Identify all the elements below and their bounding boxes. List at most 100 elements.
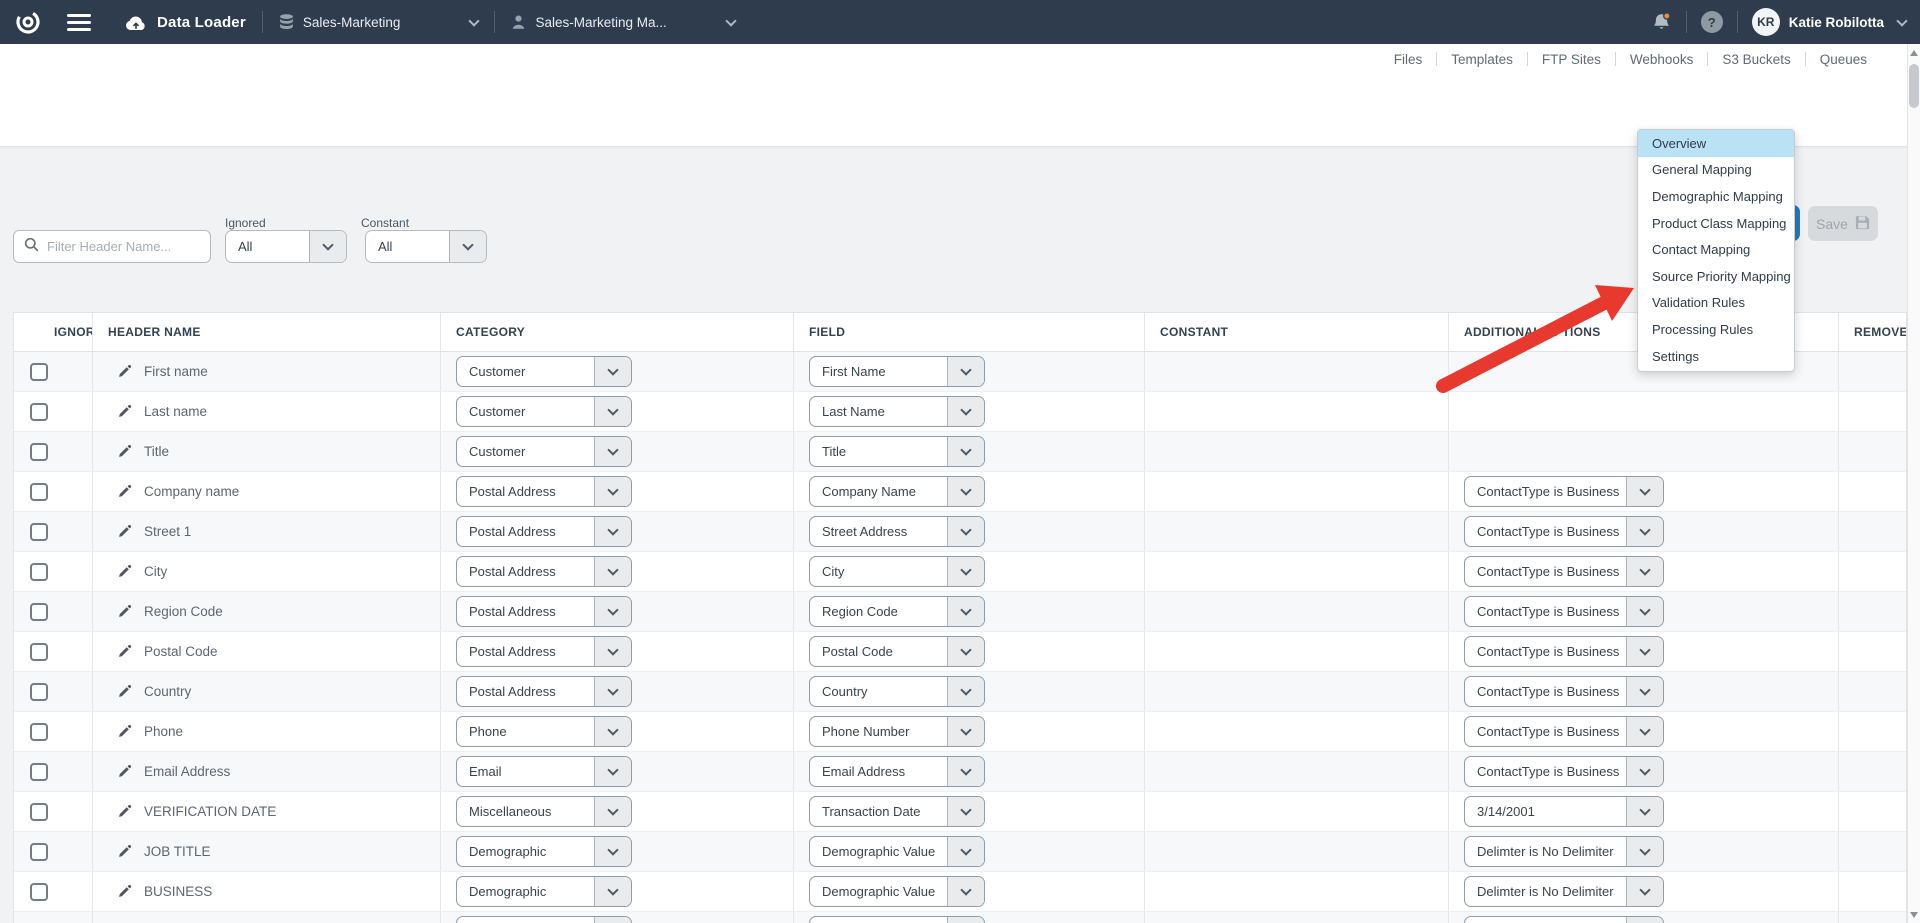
menu-item[interactable]: General Mapping (1638, 157, 1794, 184)
search-input[interactable] (47, 239, 197, 254)
category-select[interactable]: Customer (456, 356, 632, 387)
menu-item[interactable]: Overview (1638, 130, 1794, 157)
menu-item[interactable]: Settings (1638, 343, 1794, 370)
category-select[interactable]: Phone (456, 716, 632, 747)
ignore-checkbox[interactable] (30, 403, 48, 421)
ignore-checkbox[interactable] (30, 603, 48, 621)
constant-filter-select[interactable]: All (365, 230, 487, 263)
category-select[interactable]: Demographic (456, 876, 632, 907)
ignore-checkbox[interactable] (30, 483, 48, 501)
help-icon[interactable]: ? (1701, 11, 1723, 33)
additional-options-select[interactable]: ContactType is Business (1464, 756, 1664, 787)
subnav-link[interactable]: Queues (1820, 52, 1867, 67)
save-button[interactable]: Save (1808, 206, 1878, 241)
category-select[interactable]: Email (456, 756, 632, 787)
header-name-search[interactable] (13, 230, 211, 263)
scroll-up-button[interactable] (1908, 44, 1920, 61)
subnav-link[interactable]: S3 Buckets (1722, 52, 1790, 67)
field-select[interactable]: Company Name (809, 476, 985, 507)
field-select[interactable]: Region Code (809, 596, 985, 627)
field-select[interactable]: First Name (809, 356, 985, 387)
menu-item[interactable]: Contact Mapping (1638, 236, 1794, 263)
subnav-link[interactable]: Webhooks (1630, 52, 1694, 67)
ignore-checkbox[interactable] (30, 683, 48, 701)
scroll-down-button[interactable] (1908, 906, 1920, 923)
additional-options-select[interactable]: ContactType is Business (1464, 596, 1664, 627)
additional-options-select[interactable]: ContactType is Business (1464, 716, 1664, 747)
edit-header-icon[interactable] (117, 364, 132, 379)
edit-header-icon[interactable] (117, 724, 132, 739)
field-select[interactable]: Phone Number (809, 716, 985, 747)
edit-header-icon[interactable] (117, 404, 132, 419)
edit-header-icon[interactable] (117, 604, 132, 619)
category-select[interactable]: Miscellaneous (456, 796, 632, 827)
category-select[interactable]: Postal Address (456, 596, 632, 627)
category-select[interactable] (456, 916, 632, 923)
hamburger-menu-icon[interactable] (67, 10, 91, 35)
edit-header-icon[interactable] (117, 884, 132, 899)
category-select[interactable]: Postal Address (456, 676, 632, 707)
ignore-checkbox[interactable] (30, 723, 48, 741)
field-select[interactable]: Country (809, 676, 985, 707)
edit-header-icon[interactable] (117, 764, 132, 779)
additional-options-select[interactable]: ContactType is Business (1464, 636, 1664, 667)
database-selector[interactable]: Sales-Marketing (279, 14, 479, 30)
field-select[interactable]: Last Name (809, 396, 985, 427)
field-select[interactable] (809, 916, 985, 923)
category-select[interactable]: Demographic (456, 836, 632, 867)
vertical-scrollbar[interactable] (1907, 44, 1920, 923)
additional-options-select[interactable]: 3/14/2001 (1464, 796, 1664, 827)
edit-header-icon[interactable] (117, 684, 132, 699)
ignore-checkbox[interactable] (30, 843, 48, 861)
menu-item[interactable]: Product Class Mapping (1638, 210, 1794, 237)
edit-header-icon[interactable] (117, 644, 132, 659)
field-select[interactable]: Demographic Value (809, 876, 985, 907)
profile-selector[interactable]: Sales-Marketing Ma... (511, 14, 734, 30)
category-select[interactable]: Postal Address (456, 556, 632, 587)
field-select[interactable]: City (809, 556, 985, 587)
field-select[interactable]: Email Address (809, 756, 985, 787)
ignore-checkbox[interactable] (30, 563, 48, 581)
additional-options-select[interactable] (1464, 916, 1664, 923)
chevron-down-icon[interactable] (1896, 15, 1907, 26)
ignored-filter-select[interactable]: All (225, 230, 347, 263)
additional-options-select[interactable]: ContactType is Business (1464, 516, 1664, 547)
menu-item[interactable]: Validation Rules (1638, 290, 1794, 317)
avatar[interactable]: KR (1752, 8, 1780, 36)
menu-item[interactable]: Source Priority Mapping (1638, 263, 1794, 290)
subnav-link[interactable]: Files (1394, 52, 1423, 67)
subnav-link[interactable]: Templates (1451, 52, 1513, 67)
ignore-checkbox[interactable] (30, 363, 48, 381)
ignore-checkbox[interactable] (30, 883, 48, 901)
field-select[interactable]: Transaction Date (809, 796, 985, 827)
edit-header-icon[interactable] (117, 484, 132, 499)
category-select[interactable]: Postal Address (456, 476, 632, 507)
additional-options-select[interactable]: ContactType is Business (1464, 556, 1664, 587)
edit-header-icon[interactable] (117, 804, 132, 819)
category-select[interactable]: Customer (456, 436, 632, 467)
ignore-checkbox[interactable] (30, 763, 48, 781)
field-select[interactable]: Postal Code (809, 636, 985, 667)
field-select[interactable]: Title (809, 436, 985, 467)
edit-header-icon[interactable] (117, 564, 132, 579)
subnav-link[interactable]: FTP Sites (1542, 52, 1601, 67)
category-select[interactable]: Postal Address (456, 636, 632, 667)
ignore-checkbox[interactable] (30, 443, 48, 461)
edit-header-icon[interactable] (117, 524, 132, 539)
additional-options-select[interactable]: Delimter is No Delimiter (1464, 836, 1664, 867)
edit-header-icon[interactable] (117, 844, 132, 859)
edit-header-icon[interactable] (117, 444, 132, 459)
field-select[interactable]: Demographic Value (809, 836, 985, 867)
ignore-checkbox[interactable] (30, 523, 48, 541)
notifications-bell-icon[interactable] (1651, 12, 1672, 33)
ignore-checkbox[interactable] (30, 803, 48, 821)
additional-options-select[interactable]: ContactType is Business (1464, 676, 1664, 707)
additional-options-select[interactable]: Delimter is No Delimiter (1464, 876, 1664, 907)
ignore-checkbox[interactable] (30, 643, 48, 661)
category-select[interactable]: Customer (456, 396, 632, 427)
field-select[interactable]: Street Address (809, 516, 985, 547)
menu-item[interactable]: Demographic Mapping (1638, 183, 1794, 210)
category-select[interactable]: Postal Address (456, 516, 632, 547)
additional-options-select[interactable]: ContactType is Business (1464, 476, 1664, 507)
menu-item[interactable]: Processing Rules (1638, 316, 1794, 343)
